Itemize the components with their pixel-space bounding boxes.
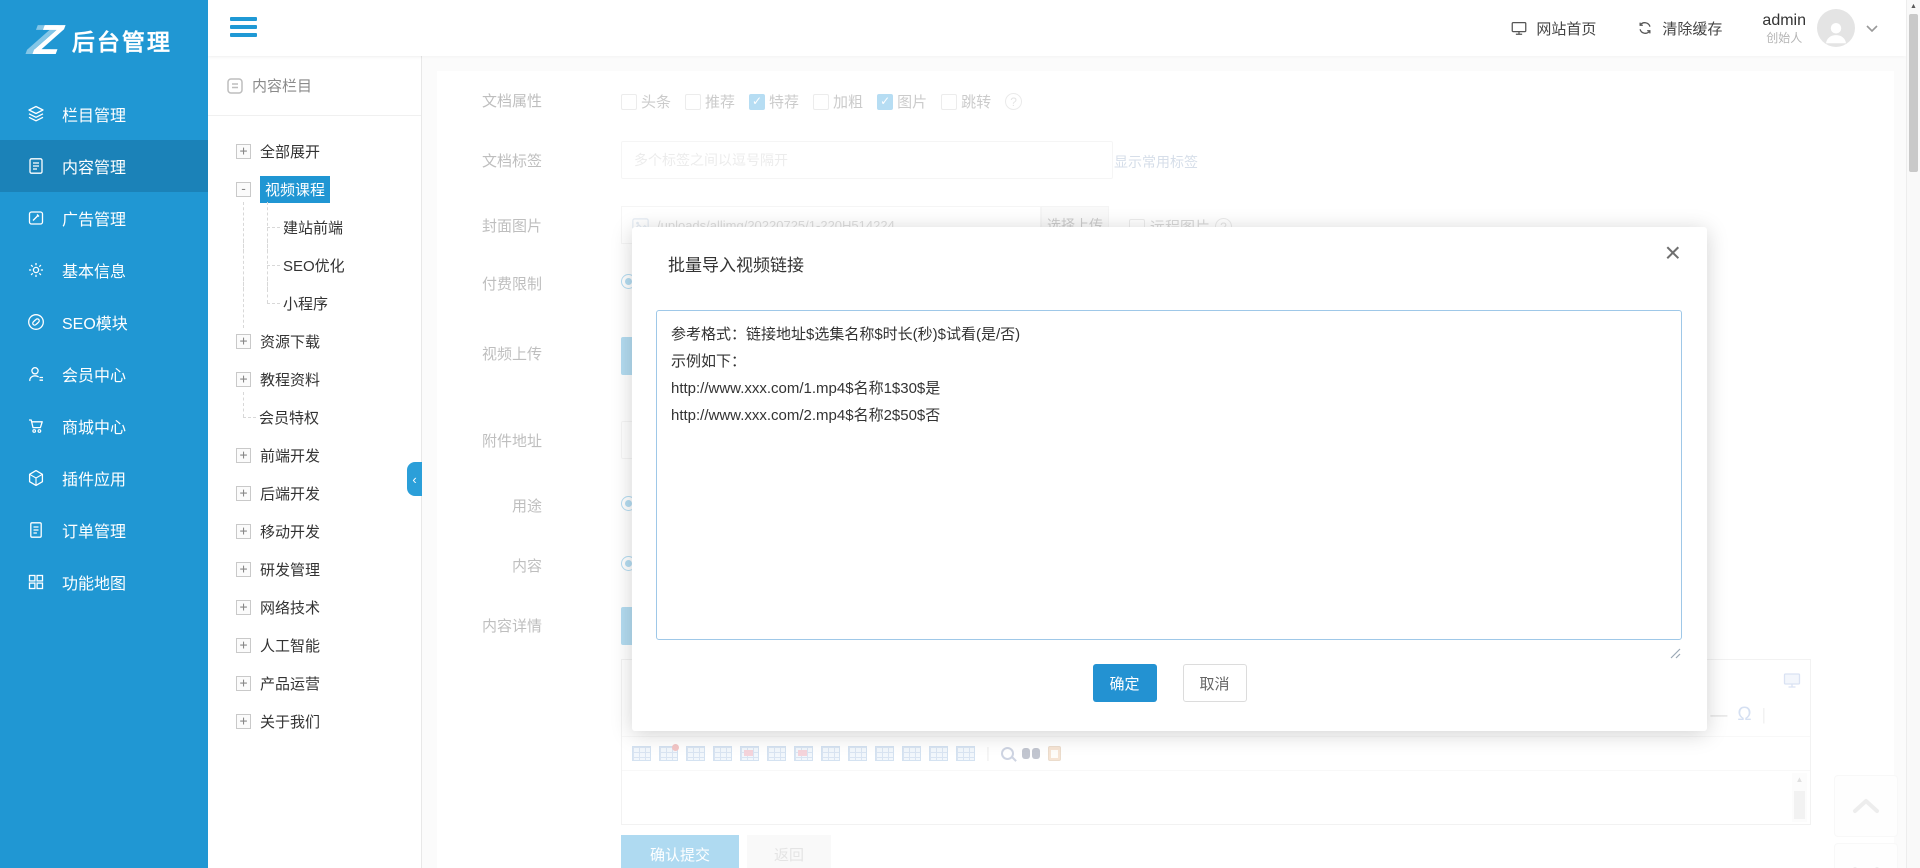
modal-title: 批量导入视频链接 <box>668 251 804 276</box>
monitor-icon <box>1510 19 1528 37</box>
main-sidebar: Z 后台管理 栏目管理 内容管理 广告管理 基本信息 SEO模块 会员中心 <box>0 0 208 868</box>
sidebar-item-feature-map[interactable]: 功能地图 <box>0 556 208 608</box>
tree-item-product-operation[interactable]: +产品运营 <box>236 664 421 702</box>
sidebar-item-label: 会员中心 <box>62 362 126 386</box>
hamburger-menu-icon[interactable] <box>230 17 257 41</box>
expand-icon[interactable]: + <box>236 524 251 539</box>
sidebar-item-label: SEO模块 <box>62 310 128 334</box>
cart-icon <box>26 416 46 436</box>
chevron-down-icon <box>1866 25 1878 32</box>
ad-icon <box>26 208 46 228</box>
scrollbar-thumb[interactable] <box>1909 14 1918 172</box>
resize-handle-icon[interactable] <box>1670 648 1681 659</box>
sidebar-item-plugin-app[interactable]: 插件应用 <box>0 452 208 504</box>
scroll-up-icon[interactable]: ▲ <box>1907 3 1920 10</box>
topbar: 网站首页 清除缓存 admin 创始人 <box>208 0 1906 56</box>
tree-item-site-frontend[interactable]: 建站前端 <box>236 208 421 246</box>
tree-header: 内容栏目 <box>208 56 421 116</box>
clear-cache-link[interactable]: 清除缓存 <box>1636 18 1722 39</box>
clear-cache-label: 清除缓存 <box>1662 18 1722 39</box>
layers-icon <box>26 104 46 124</box>
sidebar-item-label: 广告管理 <box>62 206 126 230</box>
cancel-button[interactable]: 取消 <box>1183 664 1247 702</box>
site-home-label: 网站首页 <box>1536 18 1596 39</box>
user-menu[interactable]: admin 创始人 <box>1762 9 1878 47</box>
category-icon <box>226 77 244 95</box>
username: admin <box>1762 11 1806 31</box>
sidebar-item-mall-center[interactable]: 商城中心 <box>0 400 208 452</box>
expand-icon[interactable]: + <box>236 562 251 577</box>
app-title: 后台管理 <box>72 23 172 57</box>
logo-z-icon: Z <box>32 19 65 61</box>
sidebar-item-label: 功能地图 <box>62 570 126 594</box>
sidebar-item-basic-info[interactable]: 基本信息 <box>0 244 208 296</box>
close-icon[interactable]: × <box>1665 239 1681 267</box>
tree-item-video-course[interactable]: -视频课程 <box>236 170 421 208</box>
sidebar-item-label: 栏目管理 <box>62 102 126 126</box>
gear-icon <box>26 260 46 280</box>
expand-icon[interactable]: + <box>236 486 251 501</box>
expand-icon[interactable]: + <box>236 714 251 729</box>
tree-item-resource-download[interactable]: +资源下载 <box>236 322 421 360</box>
link-circle-icon <box>26 312 46 332</box>
sidebar-item-label: 插件应用 <box>62 466 126 490</box>
sidebar-item-label: 内容管理 <box>62 154 126 178</box>
person-icon <box>1821 17 1851 47</box>
tree-item-network-tech[interactable]: +网络技术 <box>236 588 421 626</box>
expand-icon[interactable]: + <box>236 372 251 387</box>
tree-item-mobile-dev[interactable]: +移动开发 <box>236 512 421 550</box>
avatar[interactable] <box>1817 9 1855 47</box>
expand-icon[interactable]: + <box>236 448 251 463</box>
sidebar-item-label: 商城中心 <box>62 414 126 438</box>
expand-icon[interactable]: + <box>236 144 251 159</box>
tree-item-member-privilege[interactable]: 会员特权 <box>236 398 421 436</box>
grid-icon <box>26 572 46 592</box>
sidebar-item-label: 订单管理 <box>62 518 126 542</box>
tree-item-seo-optimize[interactable]: SEO优化 <box>236 246 421 284</box>
tree-item-mini-program[interactable]: 小程序 <box>236 284 421 322</box>
sidebar-item-seo-module[interactable]: SEO模块 <box>0 296 208 348</box>
order-icon <box>26 520 46 540</box>
sidebar-item-member-center[interactable]: 会员中心 <box>0 348 208 400</box>
tree-header-label: 内容栏目 <box>252 75 312 96</box>
collapse-icon[interactable]: - <box>236 182 251 197</box>
batch-import-modal: 批量导入视频链接 × 参考格式：链接地址$选集名称$时长(秒)$试看(是/否) … <box>632 227 1707 731</box>
tree-item-about-us[interactable]: +关于我们 <box>236 702 421 740</box>
tree-item-rd-manage[interactable]: +研发管理 <box>236 550 421 588</box>
sidebar-item-ad-manage[interactable]: 广告管理 <box>0 192 208 244</box>
tree-item-frontend-dev[interactable]: +前端开发 <box>236 436 421 474</box>
tree-list: +全部展开 -视频课程 建站前端 SEO优化 小程序 +资源下载 +教程资料 会… <box>208 116 421 740</box>
tree-item-backend-dev[interactable]: +后端开发 <box>236 474 421 512</box>
expand-icon[interactable]: + <box>236 638 251 653</box>
ok-button[interactable]: 确定 <box>1093 664 1157 702</box>
sidebar-item-order-manage[interactable]: 订单管理 <box>0 504 208 556</box>
user-role: 创始人 <box>1762 31 1806 46</box>
sidebar-item-content-manage[interactable]: 内容管理 <box>0 140 208 192</box>
video-links-textarea[interactable]: 参考格式：链接地址$选集名称$时长(秒)$试看(是/否) 示例如下： http:… <box>656 310 1682 640</box>
expand-icon[interactable]: + <box>236 334 251 349</box>
sidebar-menu: 栏目管理 内容管理 广告管理 基本信息 SEO模块 会员中心 商城中心 插件应 <box>0 80 208 608</box>
expand-icon[interactable]: + <box>236 600 251 615</box>
document-icon <box>26 156 46 176</box>
site-home-link[interactable]: 网站首页 <box>1510 18 1596 39</box>
member-icon <box>26 364 46 384</box>
content-tree-panel: 内容栏目 +全部展开 -视频课程 建站前端 SEO优化 小程序 +资源下载 +教… <box>208 56 422 868</box>
sidebar-item-label: 基本信息 <box>62 258 126 282</box>
refresh-icon <box>1636 19 1654 37</box>
cube-icon <box>26 468 46 488</box>
panel-collapse-handle[interactable]: ‹ <box>407 462 422 496</box>
sidebar-item-column-manage[interactable]: 栏目管理 <box>0 88 208 140</box>
page-scrollbar[interactable]: ▲ <box>1906 0 1920 868</box>
tree-item-tutorial-material[interactable]: +教程资料 <box>236 360 421 398</box>
tree-item-ai[interactable]: +人工智能 <box>236 626 421 664</box>
expand-icon[interactable]: + <box>236 676 251 691</box>
tree-item-expand-all[interactable]: +全部展开 <box>236 132 421 170</box>
app-logo[interactable]: Z 后台管理 <box>0 0 208 80</box>
main-content: 文档属性 头条 推荐 特荐 加粗 图片 跳转 文档标签 显示常用标签 封面图片 … <box>422 56 1906 868</box>
